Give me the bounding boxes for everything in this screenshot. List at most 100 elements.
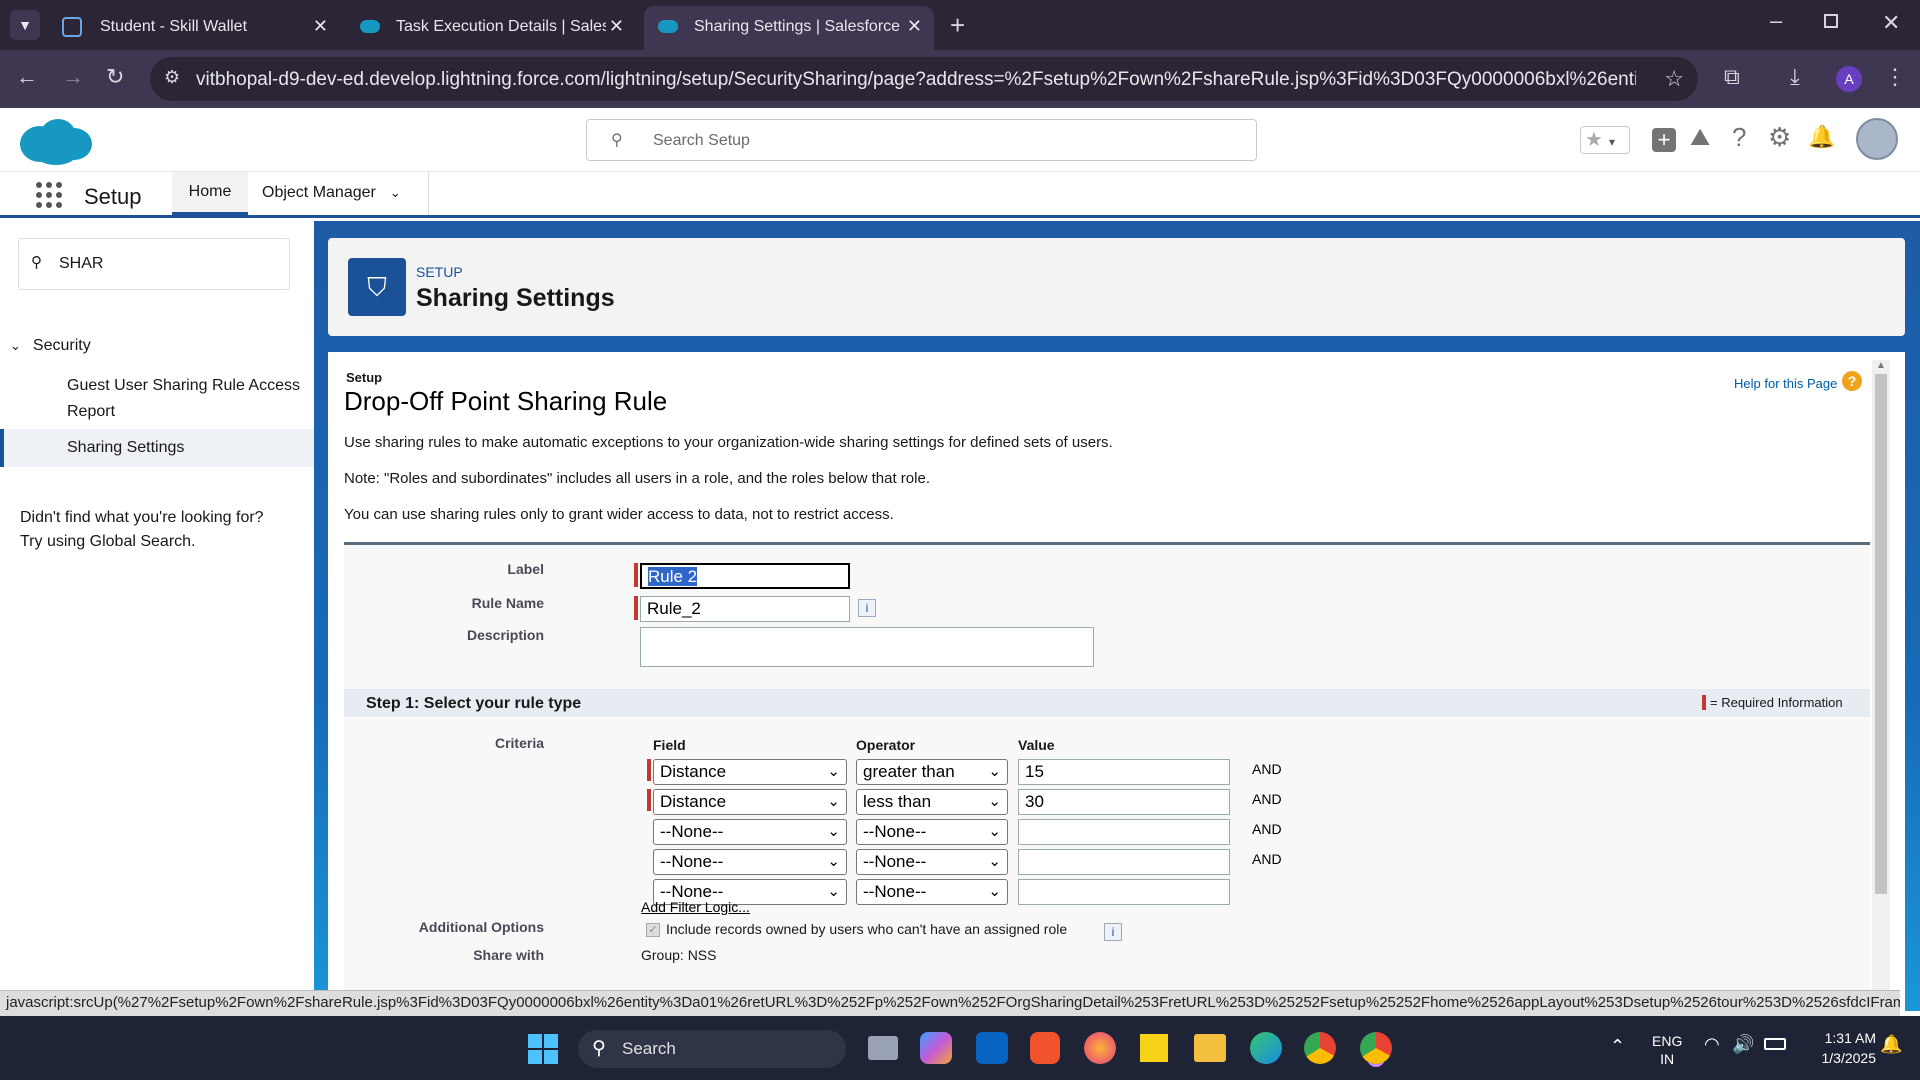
info-icon[interactable]: i bbox=[858, 599, 876, 617]
sidebar-item-sharing-settings[interactable]: Sharing Settings bbox=[0, 429, 314, 467]
app-launcher-icon[interactable] bbox=[36, 182, 62, 208]
field-select-value: --None-- bbox=[660, 822, 724, 841]
close-icon[interactable]: ✕ bbox=[609, 16, 624, 37]
taskbar-search[interactable]: ⚲ Search bbox=[578, 1030, 846, 1068]
value-input[interactable] bbox=[1018, 819, 1230, 845]
value-input[interactable] bbox=[1018, 879, 1230, 905]
address-bar[interactable]: ⚙ vitbhopal-d9-dev-ed.develop.lightning.… bbox=[150, 57, 1698, 101]
browser-tab-skill-wallet[interactable]: Student - Skill Wallet ✕ bbox=[50, 6, 340, 50]
site-info-icon[interactable]: ⚙ bbox=[164, 67, 180, 88]
edge-icon[interactable] bbox=[1250, 1032, 1282, 1064]
tab-search-button[interactable]: ▼ bbox=[10, 10, 40, 40]
browser-menu-icon[interactable]: ⋮ bbox=[1884, 64, 1906, 90]
sharing-rule-frame: Setup Drop-Off Point Sharing Rule Help f… bbox=[328, 352, 1905, 1012]
field-select[interactable]: --None-- ⌄ bbox=[653, 849, 847, 875]
close-window-icon[interactable]: ✕ bbox=[1882, 10, 1900, 36]
operator-select-value: greater than bbox=[863, 762, 955, 781]
restriction-text: You can use sharing rules only to grant … bbox=[344, 506, 894, 523]
operator-select-value: --None-- bbox=[863, 882, 927, 901]
file-explorer-icon[interactable] bbox=[1194, 1034, 1226, 1062]
label-input[interactable]: Rule 2 bbox=[640, 563, 850, 589]
include-records-checkbox[interactable]: ✓ bbox=[646, 923, 660, 937]
wifi-icon[interactable]: ◠ bbox=[1704, 1034, 1720, 1055]
bookmark-star-icon[interactable]: ☆ bbox=[1664, 66, 1684, 92]
operator-select[interactable]: --None-- ⌄ bbox=[856, 819, 1008, 845]
help-link[interactable]: Help for this Page bbox=[1734, 376, 1837, 391]
chevron-down-icon: ⌄ bbox=[827, 823, 840, 840]
sidebar-section-label: Security bbox=[32, 337, 91, 354]
browser-tab-sharing-settings[interactable]: Sharing Settings | Salesforce ✕ bbox=[644, 6, 934, 50]
back-icon[interactable]: ← bbox=[16, 64, 38, 90]
reload-icon[interactable]: ↻ bbox=[106, 64, 124, 90]
search-setup-input[interactable]: ⚲ Search Setup bbox=[586, 119, 1257, 161]
firefox-icon[interactable] bbox=[1084, 1032, 1116, 1064]
operator-select[interactable]: less than ⌄ bbox=[856, 789, 1008, 815]
sidebar-item-guest-user-report[interactable]: Guest User Sharing Rule Access Report bbox=[67, 373, 307, 425]
favorites-star-icon[interactable]: ★ ▾ bbox=[1580, 126, 1630, 154]
outlook-icon[interactable] bbox=[976, 1032, 1008, 1064]
frame-scrollbar[interactable]: ▲ bbox=[1872, 360, 1890, 1012]
setup-sidebar: ⚲ SHAR ⌄ Security Guest User Sharing Rule… bbox=[0, 221, 314, 1011]
download-icon[interactable]: ⤓ bbox=[1790, 64, 1800, 90]
volume-icon[interactable]: 🔊 bbox=[1732, 1034, 1754, 1055]
restore-icon[interactable] bbox=[1824, 14, 1838, 28]
tab-object-manager[interactable]: Object Manager ⌄ bbox=[262, 184, 401, 202]
close-icon[interactable]: ✕ bbox=[907, 16, 922, 37]
field-select[interactable]: Distance ⌄ bbox=[653, 759, 847, 785]
search-icon: ⚲ bbox=[592, 1038, 606, 1059]
global-actions-icon[interactable]: + bbox=[1652, 128, 1676, 152]
operator-select[interactable]: --None-- ⌄ bbox=[856, 849, 1008, 875]
language-indicator[interactable]: ENG IN bbox=[1652, 1032, 1682, 1068]
operator-select-value: less than bbox=[863, 792, 932, 811]
chevron-down-icon[interactable]: ⌄ bbox=[390, 185, 401, 200]
rule-name-input[interactable]: Rule_2 bbox=[640, 596, 850, 622]
browser-tab-task-execution[interactable]: Task Execution Details | Salesfor ✕ bbox=[346, 6, 636, 50]
notification-icon[interactable]: 🔔 bbox=[1880, 1034, 1902, 1055]
copilot-icon[interactable] bbox=[920, 1032, 952, 1064]
header-eyebrow: SETUP bbox=[416, 264, 463, 280]
task-view-icon[interactable] bbox=[868, 1036, 898, 1060]
operator-select[interactable]: --None-- ⌄ bbox=[856, 879, 1008, 905]
sticky-notes-icon[interactable] bbox=[1140, 1034, 1168, 1062]
chevron-down-icon: ⌄ bbox=[827, 853, 840, 870]
scroll-up-icon[interactable]: ▲ bbox=[1876, 360, 1886, 371]
info-icon[interactable]: i bbox=[1104, 923, 1122, 941]
user-avatar[interactable] bbox=[1856, 118, 1898, 160]
field-select[interactable]: Distance ⌄ bbox=[653, 789, 847, 815]
tray-chevron-icon[interactable]: ⌃ bbox=[1610, 1036, 1625, 1057]
minimize-icon[interactable]: – bbox=[1770, 8, 1782, 34]
clock[interactable]: 1:31 AM 1/3/2025 bbox=[1800, 1028, 1877, 1068]
battery-icon[interactable] bbox=[1764, 1038, 1786, 1050]
operator-select[interactable]: greater than ⌄ bbox=[856, 759, 1008, 785]
help-icon[interactable]: ? bbox=[1732, 122, 1746, 153]
notifications-bell-icon[interactable]: 🔔 bbox=[1808, 124, 1835, 150]
value-input[interactable]: 15 bbox=[1018, 759, 1230, 785]
forward-icon[interactable]: → bbox=[62, 64, 84, 90]
value-input[interactable] bbox=[1018, 849, 1230, 875]
field-select[interactable]: --None-- ⌄ bbox=[653, 819, 847, 845]
description-textarea[interactable] bbox=[640, 627, 1094, 667]
chrome-icon[interactable] bbox=[1304, 1032, 1336, 1064]
close-icon[interactable]: ✕ bbox=[313, 16, 328, 37]
profile-avatar[interactable]: A bbox=[1836, 66, 1862, 92]
add-filter-logic-link[interactable]: Add Filter Logic... bbox=[641, 899, 750, 915]
brave-icon[interactable] bbox=[1030, 1032, 1060, 1064]
extensions-icon[interactable]: ⧉ bbox=[1724, 64, 1740, 90]
page-header: ⛉ SETUP Sharing Settings bbox=[328, 238, 1905, 336]
and-connector: AND bbox=[1252, 761, 1282, 777]
chrome-profile-icon[interactable] bbox=[1360, 1032, 1392, 1064]
setup-gear-icon[interactable]: ⚙ bbox=[1768, 122, 1791, 153]
tab-home[interactable]: Home bbox=[172, 172, 248, 215]
windows-start-icon[interactable] bbox=[528, 1034, 558, 1064]
label-value: Rule 2 bbox=[648, 567, 698, 586]
trailhead-icon[interactable]: ⛰ bbox=[1690, 124, 1710, 152]
new-tab-plus-icon[interactable]: + bbox=[950, 10, 965, 41]
help-question-icon[interactable]: ? bbox=[1842, 371, 1862, 391]
quick-find-input[interactable]: ⚲ SHAR bbox=[18, 238, 290, 290]
scrollbar-thumb[interactable] bbox=[1875, 374, 1887, 894]
salesforce-cloud-logo[interactable] bbox=[18, 116, 94, 166]
clock-date: 1/3/2025 bbox=[1821, 1050, 1877, 1066]
value-input[interactable]: 30 bbox=[1018, 789, 1230, 815]
sidebar-section-security[interactable]: ⌄ Security bbox=[10, 337, 91, 355]
operator-select-value: --None-- bbox=[863, 852, 927, 871]
